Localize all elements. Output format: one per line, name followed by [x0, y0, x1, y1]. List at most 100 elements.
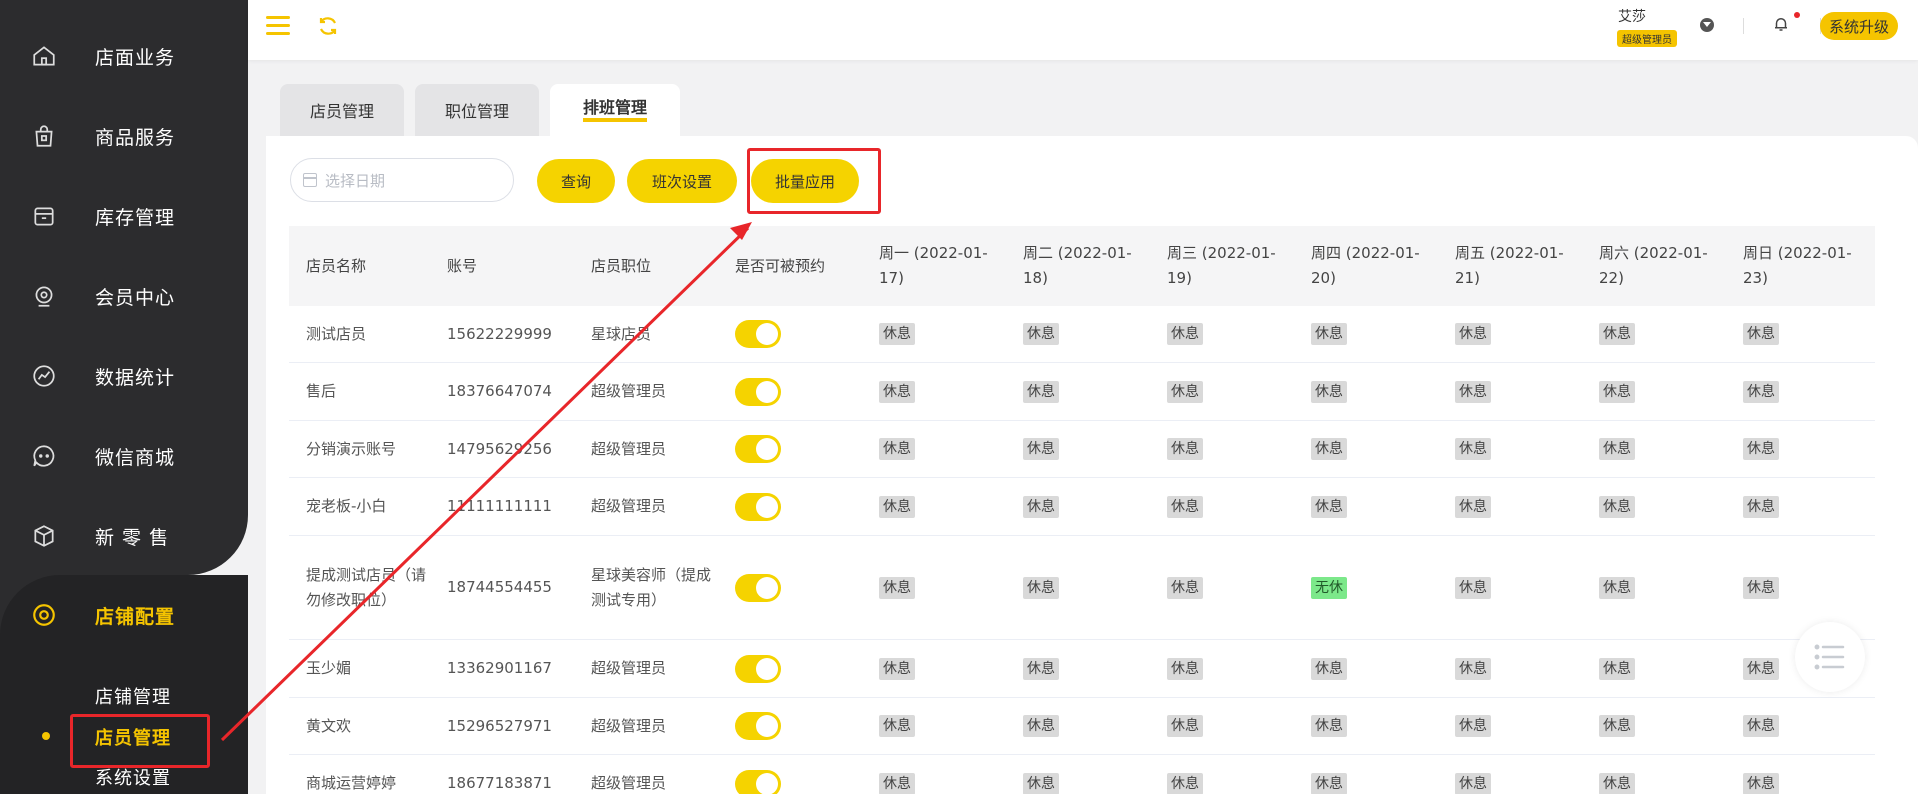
shift-tag[interactable]: 休息 [1023, 323, 1059, 345]
shift-tag[interactable]: 休息 [1599, 772, 1635, 794]
day-cell: 休息 [1599, 536, 1729, 639]
shift-tag[interactable]: 休息 [1599, 715, 1635, 737]
bookable-toggle[interactable] [735, 654, 781, 683]
bookable-toggle[interactable] [735, 492, 781, 521]
sub-item-store-management[interactable]: 店铺管理 [95, 683, 171, 709]
notification-dot [1794, 12, 1800, 18]
shift-tag[interactable]: 休息 [1743, 772, 1779, 794]
nav-item-wechat-mall[interactable]: 微信商城 [0, 416, 248, 496]
bookable-toggle[interactable] [735, 435, 781, 463]
shift-tag[interactable]: 休息 [1023, 772, 1059, 794]
shift-tag[interactable]: 休息 [879, 576, 915, 599]
day-cell: 休息 [1167, 755, 1297, 794]
staff-management-highlight [70, 714, 210, 768]
shift-tag[interactable]: 休息 [1599, 380, 1635, 403]
nav-item-new-retail[interactable]: 新 零 售 [0, 496, 248, 576]
shift-tag[interactable]: 休息 [1455, 715, 1491, 737]
shift-tag[interactable]: 休息 [879, 495, 915, 518]
staff-account: 13362901167 [447, 659, 552, 677]
shift-tag[interactable]: 休息 [1599, 657, 1635, 680]
bookable-cell [735, 536, 875, 639]
nav-item-product-service[interactable]: 商品服务 [0, 96, 248, 176]
bookable-toggle[interactable] [735, 573, 781, 602]
tab-position-management[interactable]: 职位管理 [415, 84, 539, 136]
shift-tag[interactable]: 休息 [1743, 438, 1779, 460]
bookable-toggle[interactable] [735, 712, 781, 740]
nav-item-member-center[interactable]: 会员中心 [0, 256, 248, 336]
bookable-toggle[interactable] [735, 320, 781, 348]
tab-staff-management[interactable]: 店员管理 [280, 84, 404, 136]
shift-tag[interactable]: 休息 [1167, 380, 1203, 403]
shift-tag[interactable]: 休息 [1455, 323, 1491, 345]
shift-tag[interactable]: 休息 [1455, 772, 1491, 794]
shift-tag[interactable]: 休息 [1599, 323, 1635, 345]
shift-tag[interactable]: 休息 [1743, 495, 1779, 518]
nav-item-statistics[interactable]: 数据统计 [0, 336, 248, 416]
shift-tag[interactable]: 休息 [1023, 438, 1059, 460]
system-upgrade-button[interactable]: 系统升级 [1820, 12, 1898, 40]
shift-tag[interactable]: 休息 [1311, 380, 1347, 403]
shift-tag[interactable]: 休息 [1023, 715, 1059, 737]
shift-tag[interactable]: 休息 [1311, 438, 1347, 460]
refresh-icon[interactable] [316, 14, 340, 38]
shift-tag[interactable]: 休息 [1167, 715, 1203, 737]
shift-tag[interactable]: 休息 [1167, 495, 1203, 518]
menu-icon[interactable] [266, 16, 290, 36]
bookable-cell [735, 478, 875, 535]
nav-item-store-config[interactable]: 店铺配置 [0, 575, 248, 655]
shift-tag[interactable]: 休息 [1599, 495, 1635, 518]
shift-tag[interactable]: 休息 [879, 438, 915, 460]
shift-tag[interactable]: 休息 [879, 715, 915, 737]
tab-schedule-management[interactable]: 排班管理 [550, 84, 680, 136]
shift-tag[interactable]: 休息 [1311, 772, 1347, 794]
shift-tag[interactable]: 休息 [1455, 576, 1491, 599]
shift-tag[interactable]: 休息 [1167, 576, 1203, 599]
shift-tag[interactable]: 休息 [1743, 323, 1779, 345]
chevron-down-icon[interactable] [1700, 18, 1714, 32]
shift-tag[interactable]: 休息 [1167, 323, 1203, 345]
shift-tag[interactable]: 休息 [1167, 438, 1203, 460]
shift-tag[interactable]: 休息 [1455, 495, 1491, 518]
day-cell: 休息 [1455, 478, 1585, 535]
shift-tag[interactable]: 休息 [1311, 323, 1347, 345]
floating-menu-button[interactable] [1795, 622, 1865, 692]
shift-tag[interactable]: 休息 [1023, 495, 1059, 518]
shift-tag[interactable]: 休息 [1455, 657, 1491, 680]
shift-tag[interactable]: 休息 [1743, 380, 1779, 403]
shift-tag[interactable]: 休息 [1311, 715, 1347, 737]
shift-tag[interactable]: 休息 [1455, 380, 1491, 403]
query-button[interactable]: 查询 [537, 159, 615, 203]
day-cell: 休息 [1023, 363, 1153, 420]
shift-tag[interactable]: 休息 [1023, 657, 1059, 680]
date-input[interactable] [325, 169, 495, 193]
shift-tag[interactable]: 无休 [1311, 576, 1347, 599]
nav-item-inventory[interactable]: 库存管理 [0, 176, 248, 256]
shift-tag[interactable]: 休息 [1311, 657, 1347, 680]
day-cell: 休息 [1023, 536, 1153, 639]
shift-tag[interactable]: 休息 [1743, 715, 1779, 737]
shift-tag[interactable]: 休息 [1167, 657, 1203, 680]
shift-tag[interactable]: 休息 [1455, 438, 1491, 460]
shift-tag[interactable]: 休息 [1743, 657, 1779, 680]
user-name[interactable]: 艾莎 [1618, 6, 1646, 26]
date-picker[interactable] [290, 158, 514, 202]
shift-tag[interactable]: 休息 [1599, 576, 1635, 599]
shift-tag[interactable]: 休息 [879, 323, 915, 345]
bell-icon[interactable] [1772, 14, 1790, 34]
day-cell: 休息 [1743, 536, 1873, 639]
shift-tag[interactable]: 休息 [1023, 380, 1059, 403]
shift-tag[interactable]: 休息 [1599, 438, 1635, 460]
shift-tag[interactable]: 休息 [1167, 772, 1203, 794]
shift-tag[interactable]: 休息 [1743, 576, 1779, 599]
shift-tag[interactable]: 休息 [1023, 576, 1059, 599]
shift-tag[interactable]: 休息 [879, 772, 915, 794]
nav-item-store-business[interactable]: 店面业务 [0, 16, 248, 96]
shift-settings-button[interactable]: 班次设置 [627, 159, 737, 203]
bookable-toggle[interactable] [735, 769, 781, 794]
shift-tag[interactable]: 休息 [879, 657, 915, 680]
shift-tag[interactable]: 休息 [879, 380, 915, 403]
column-header: 周日 (2022-01-23) [1743, 244, 1852, 287]
day-cell: 休息 [1311, 478, 1441, 535]
bookable-toggle[interactable] [735, 377, 781, 406]
shift-tag[interactable]: 休息 [1311, 495, 1347, 518]
